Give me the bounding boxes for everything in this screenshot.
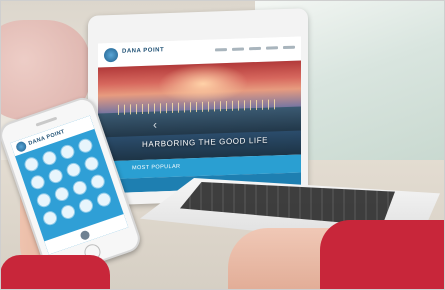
image-border — [0, 0, 445, 290]
photo-scene: DANA POINT ‹ HARBORING THE GOOD LIFE MOS… — [0, 0, 445, 290]
